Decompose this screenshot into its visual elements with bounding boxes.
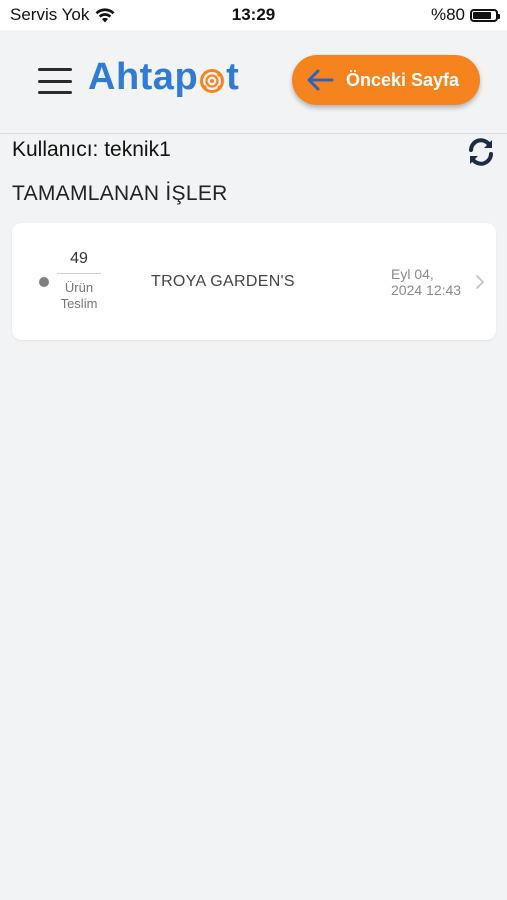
battery-percent: %80 <box>430 5 465 24</box>
job-type-label: Ürün Teslim <box>57 280 101 312</box>
status-bar: Servis Yok 13:29 %80 <box>0 0 507 30</box>
job-type-line1: Ürün <box>64 280 94 295</box>
octopus-logo-icon <box>200 68 225 93</box>
menu-line <box>38 79 72 83</box>
job-date: Eyl 04, 2024 12:43 <box>391 266 467 298</box>
job-date-line2: 2024 12:43 <box>391 282 462 298</box>
menu-line <box>38 91 72 94</box>
arrow-left-icon <box>307 69 334 91</box>
status-right: %80 <box>430 5 500 25</box>
logo-text-start: Ahtap <box>88 56 199 98</box>
back-button[interactable]: Önceki Sayfa <box>292 55 480 105</box>
battery-cap <box>498 13 500 19</box>
back-button-label: Önceki Sayfa <box>346 69 460 90</box>
app-header: Ahtap t Önceki Sayfa <box>0 30 507 134</box>
ahtapot-logo: Ahtap t <box>88 56 239 99</box>
user-label: Kullanıcı: teknik1 <box>12 138 171 161</box>
hamburger-menu-icon[interactable] <box>38 68 72 94</box>
section-title: TAMAMLANAN İŞLER <box>12 182 228 205</box>
status-dot <box>39 277 49 287</box>
refresh-icon[interactable] <box>466 137 496 167</box>
job-count-block: 49 Ürün Teslim <box>57 250 101 312</box>
battery-fill <box>473 11 491 19</box>
job-type-line2: Teslim <box>60 296 98 311</box>
logo-text-end: t <box>226 56 240 98</box>
job-count: 49 <box>57 250 101 274</box>
job-card[interactable]: 49 Ürün Teslim TROYA GARDEN'S Eyl 04, 20… <box>12 223 496 340</box>
battery-icon <box>470 8 500 22</box>
job-title: TROYA GARDEN'S <box>151 273 295 290</box>
job-date-line1: Eyl 04, <box>391 266 434 282</box>
chevron-right-icon <box>476 275 484 289</box>
menu-line <box>38 68 72 71</box>
